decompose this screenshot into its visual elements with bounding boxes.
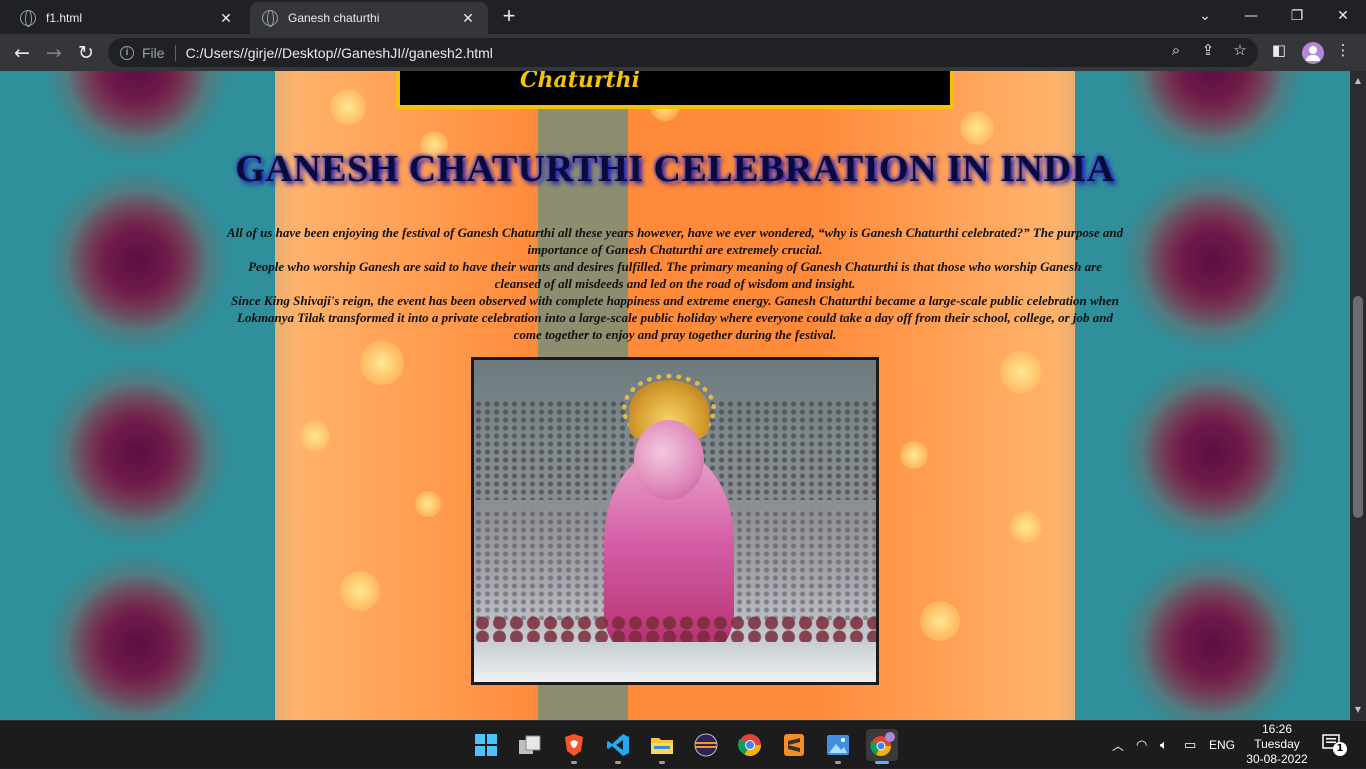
language-indicator[interactable]: ENG: [1209, 721, 1235, 769]
clock-time: 16:26: [1261, 722, 1293, 736]
running-indicator: [571, 761, 577, 764]
globe-icon: [262, 10, 278, 27]
url-text[interactable]: C:/Users//girje//Desktop//GaneshJI//gane…: [186, 45, 493, 61]
wifi-icon[interactable]: ◠: [1136, 721, 1147, 769]
scroll-down-icon[interactable]: ▼: [1350, 702, 1366, 718]
banner-text: Chaturthi: [520, 71, 641, 93]
page-title: GANESH CHATURTHI CELEBRATION IN INDIA: [235, 148, 1115, 190]
tab-f1[interactable]: f1.html ✕: [8, 2, 246, 34]
close-icon[interactable]: ✕: [460, 10, 476, 26]
running-indicator: [875, 761, 889, 764]
chevron-up-icon[interactable]: ︿: [1112, 721, 1124, 769]
scroll-up-icon[interactable]: ▲: [1350, 73, 1366, 89]
vertical-scrollbar[interactable]: ▲ ▼: [1350, 71, 1366, 720]
notification-badge: 1: [1333, 742, 1347, 756]
photos-icon[interactable]: [822, 729, 854, 764]
bokeh-light: [300, 421, 330, 451]
paragraph: All of us have been enjoying the festiva…: [226, 225, 1124, 257]
battery-icon[interactable]: ▭: [1184, 721, 1196, 769]
bokeh-light: [920, 601, 960, 641]
speaker-icon[interactable]: 🔈︎: [1160, 721, 1168, 769]
paragraph: Since King Shivaji's reign, the event ha…: [231, 293, 1119, 342]
scroll-thumb[interactable]: [1353, 296, 1363, 518]
close-icon[interactable]: ✕: [218, 10, 234, 26]
info-icon[interactable]: i: [120, 45, 134, 60]
forward-arrow-icon[interactable]: →: [40, 39, 68, 67]
water: [474, 642, 876, 682]
globe-icon: [20, 10, 36, 27]
file-explorer-icon[interactable]: [646, 729, 678, 764]
bokeh-light: [415, 491, 441, 517]
bokeh-light: [960, 111, 994, 145]
clock-day: Tuesday: [1254, 737, 1300, 751]
clock-date: 30-08-2022: [1246, 752, 1308, 766]
eclipse-icon[interactable]: [690, 729, 722, 761]
ganesh-idol-photo: [471, 357, 879, 685]
bookmark-star-icon[interactable]: ☆: [1230, 40, 1250, 60]
minimize-icon[interactable]: —: [1228, 0, 1274, 32]
windows-taskbar: ︿ ◠ 🔈︎ ▭ ENG 16:26 Tuesday 30-08-2022 1: [0, 720, 1366, 768]
idol-head: [634, 420, 704, 500]
running-indicator: [659, 761, 665, 764]
share-icon[interactable]: ⇪: [1198, 40, 1218, 60]
side-panel-icon[interactable]: ◧: [1269, 40, 1289, 60]
system-clock[interactable]: 16:26 Tuesday 30-08-2022: [1236, 721, 1318, 769]
intro-text: All of us have been enjoying the festiva…: [225, 224, 1125, 343]
tab-ganesh-chaturthi[interactable]: Ganesh chaturthi ✕: [250, 2, 488, 34]
vscode-icon[interactable]: [602, 729, 634, 764]
bokeh-light: [330, 89, 366, 125]
reload-icon[interactable]: ↻: [72, 39, 100, 67]
close-window-icon[interactable]: ✕: [1320, 0, 1366, 32]
chrome-icon[interactable]: [734, 729, 766, 761]
photo-image: [474, 360, 876, 682]
bokeh-light: [340, 571, 380, 611]
title-banner: Chaturthi: [396, 71, 954, 109]
divider: [174, 44, 176, 61]
tab-title: Ganesh chaturthi: [288, 11, 380, 25]
chevron-down-icon[interactable]: ⌄: [1182, 0, 1228, 32]
menu-dots-icon[interactable]: ⋮: [1333, 40, 1353, 60]
notification-icon[interactable]: 1: [1322, 733, 1347, 756]
bokeh-light: [900, 441, 928, 469]
task-view-icon[interactable]: [514, 729, 546, 761]
sublime-icon[interactable]: [778, 729, 810, 761]
bokeh-light: [1010, 511, 1042, 543]
back-arrow-icon[interactable]: ←: [8, 39, 36, 67]
address-bar[interactable]: i File C:/Users//girje//Desktop//GaneshJ…: [108, 38, 1258, 67]
file-label: File: [142, 44, 165, 61]
bokeh-light: [360, 341, 404, 385]
browser-toolbar: ← → ↻ i File C:/Users//girje//Desktop//G…: [0, 34, 1366, 71]
tab-strip: f1.html ✕ Ganesh chaturthi ✕ + ⌄ — ❐ ✕: [0, 0, 1366, 34]
paragraph: People who worship Ganesh are said to ha…: [248, 259, 1102, 291]
running-indicator: [835, 761, 841, 764]
brave-icon[interactable]: [558, 729, 590, 764]
running-indicator: [615, 761, 621, 764]
windows-start-icon[interactable]: [470, 729, 502, 761]
zoom-icon[interactable]: ⌕: [1166, 40, 1186, 60]
bokeh-light: [1000, 351, 1042, 393]
restore-icon[interactable]: ❐: [1274, 0, 1320, 32]
chrome-profile-icon[interactable]: [866, 729, 898, 764]
plus-icon[interactable]: +: [498, 5, 520, 28]
page-viewport: Chaturthi GANESH CHATURTHI CELEBRATION I…: [0, 71, 1350, 720]
tab-title: f1.html: [46, 11, 83, 25]
avatar[interactable]: [1302, 42, 1324, 64]
